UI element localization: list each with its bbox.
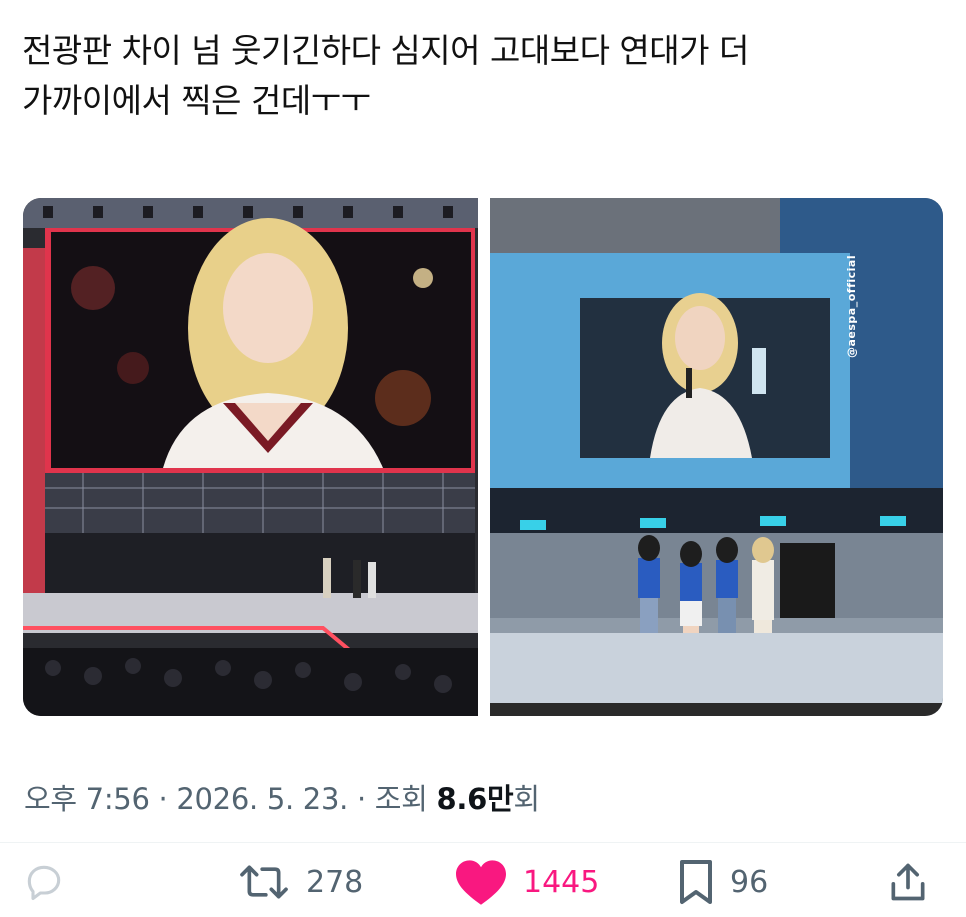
views-label: 조회: [374, 782, 428, 816]
meta-separator: ·: [348, 782, 375, 816]
watermark: @aespa_official: [845, 254, 858, 358]
divider: [0, 842, 966, 843]
photo-right[interactable]: [490, 198, 943, 716]
tweet-text-line-1: 전광판 차이 넘 웃기긴하다 심지어 고대보다 연대가 더: [22, 31, 749, 70]
bookmark-count: 96: [730, 864, 769, 900]
heart-icon: [456, 860, 506, 905]
tweet-text: 전광판 차이 넘 웃기긴하다 심지어 고대보다 연대가 더 가까이에서 찍은 건…: [22, 26, 942, 126]
action-bar: 278 1445 96: [0, 852, 966, 912]
bookmark-button[interactable]: 96: [676, 852, 768, 912]
photo-left[interactable]: [23, 198, 478, 716]
concert-stage-photo-right: [490, 198, 943, 716]
share-button[interactable]: [886, 852, 930, 912]
like-button[interactable]: 1445: [453, 852, 599, 912]
share-icon: [891, 863, 925, 901]
tweet-date[interactable]: 2026. 5. 23.: [176, 782, 348, 816]
views-suffix: 회: [513, 782, 540, 816]
bookmark-icon: [680, 860, 712, 904]
reply-button[interactable]: [22, 852, 66, 912]
views-number: 8.6만: [436, 782, 514, 816]
reply-icon: [27, 865, 61, 901]
tweet-media: [23, 198, 943, 716]
retweet-button[interactable]: 278: [236, 852, 363, 912]
like-count: 1445: [523, 864, 600, 900]
tweet-meta: 오후 7:56 · 2026. 5. 23. · 조회 8.6만회: [24, 776, 540, 818]
retweet-icon: [240, 865, 288, 899]
tweet-text-line-2: 가까이에서 찍은 건데ㅜㅜ: [22, 81, 371, 120]
concert-stage-photo-left: [23, 198, 478, 716]
meta-separator: ·: [149, 782, 177, 816]
tweet-time[interactable]: 오후 7:56: [24, 782, 150, 816]
retweet-count: 278: [306, 864, 364, 900]
